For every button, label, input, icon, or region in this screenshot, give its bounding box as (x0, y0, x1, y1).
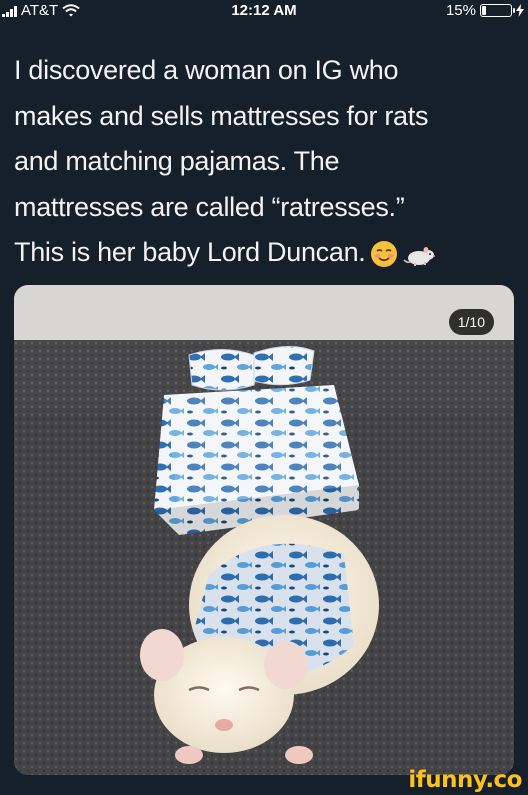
battery-icon (480, 4, 515, 17)
image-counter: 1/10 (448, 309, 494, 335)
smiling-face-emoji (370, 240, 397, 267)
battery-fill (482, 6, 486, 15)
tweet-text: I discovered a woman on IG who makes and… (14, 48, 514, 276)
photo[interactable]: 1/10 (14, 285, 514, 775)
rat-emoji (402, 246, 435, 266)
ifunny-watermark: ifunny.co (408, 767, 522, 793)
tweet-line: and matching pajamas. The (14, 146, 340, 176)
charging-bolt-icon (516, 4, 524, 17)
tweet-line: mattresses are called “ratresses.” (14, 191, 405, 222)
status-bar: AT&T 12:12 AM 15% (0, 0, 528, 22)
status-right: 15% (446, 2, 524, 19)
tweet-line: This is her baby Lord Duncan. (14, 237, 366, 267)
rat-photo-illustration (14, 285, 514, 775)
tweet-line: makes and sells mattresses for rats (14, 100, 429, 131)
tweet-line-with-emoji: This is her baby Lord Duncan. (14, 230, 514, 276)
tweet-line: I discovered a woman on IG who (14, 55, 399, 85)
battery-percent: 15% (445, 2, 476, 19)
